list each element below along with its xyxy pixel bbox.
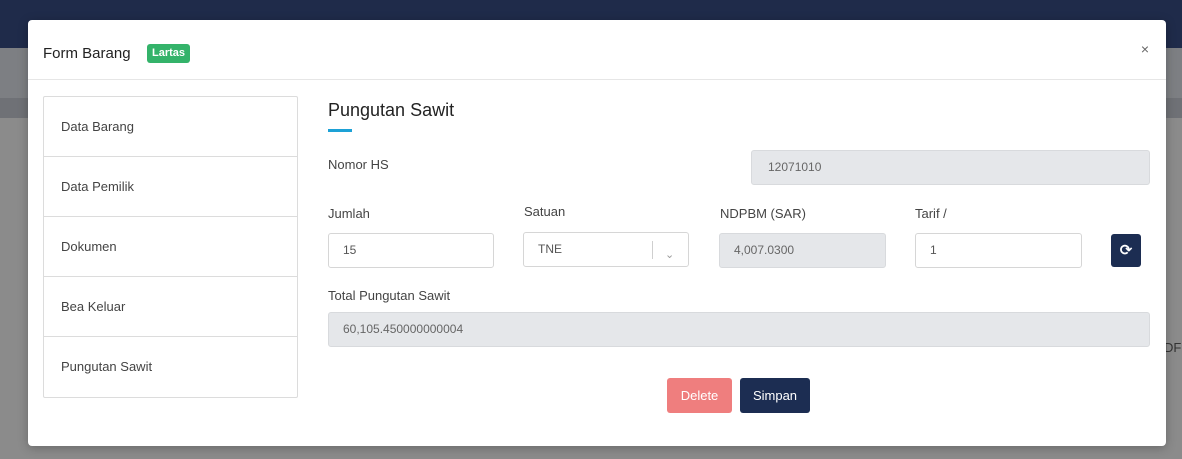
total-field: 60,105.450000000004: [328, 312, 1150, 347]
jumlah-label: Jumlah: [328, 206, 370, 221]
ndpbm-value: 4,007.0300: [734, 243, 795, 257]
form-barang-modal: Form Barang Lartas × Data Barang Data Pe…: [28, 20, 1166, 446]
total-value: 60,105.450000000004: [343, 322, 464, 336]
sidebar-item-dokumen[interactable]: Dokumen: [44, 217, 297, 277]
nomor-hs-value: 12071010: [768, 160, 822, 174]
section-title: Pungutan Sawit: [328, 100, 455, 120]
sidebar-item-data-pemilik[interactable]: Data Pemilik: [44, 157, 297, 217]
tarif-label: Tarif /: [915, 206, 947, 221]
delete-button[interactable]: Delete: [667, 378, 732, 413]
modal-header: Form Barang Lartas ×: [28, 20, 1166, 80]
refresh-icon: ⟳: [1119, 242, 1133, 259]
close-icon[interactable]: ×: [1141, 41, 1149, 57]
nomor-hs-field: 12071010: [751, 150, 1150, 185]
nomor-hs-label: Nomor HS: [328, 157, 389, 172]
jumlah-input[interactable]: 15: [328, 233, 494, 268]
refresh-button[interactable]: ⟳: [1111, 234, 1141, 267]
satuan-label: Satuan: [524, 204, 566, 219]
jumlah-value: 15: [343, 243, 357, 257]
total-label: Total Pungutan Sawit: [328, 288, 451, 303]
ndpbm-field: 4,007.0300: [719, 233, 886, 268]
modal-title: Form Barang: [43, 45, 131, 62]
section-underline: [328, 129, 352, 132]
tarif-input[interactable]: 1: [915, 233, 1082, 268]
sidebar-item-bea-keluar[interactable]: Bea Keluar: [44, 277, 297, 337]
lartas-badge: Lartas: [147, 44, 191, 63]
select-separator: [652, 241, 653, 259]
ndpbm-label: NDPBM (SAR): [720, 206, 806, 221]
chevron-down-icon[interactable]: ⌄: [665, 239, 674, 272]
satuan-value: TNE: [538, 242, 562, 256]
side-nav: Data Barang Data Pemilik Dokumen Bea Kel…: [43, 96, 298, 398]
satuan-select[interactable]: TNE ⌄: [523, 232, 689, 267]
sidebar-item-pungutan-sawit[interactable]: Pungutan Sawit: [44, 337, 297, 397]
save-button[interactable]: Simpan: [740, 378, 810, 413]
tarif-value: 1: [930, 243, 937, 257]
background-partial-text: DF2: [1164, 340, 1182, 355]
sidebar-item-data-barang[interactable]: Data Barang: [44, 97, 297, 157]
